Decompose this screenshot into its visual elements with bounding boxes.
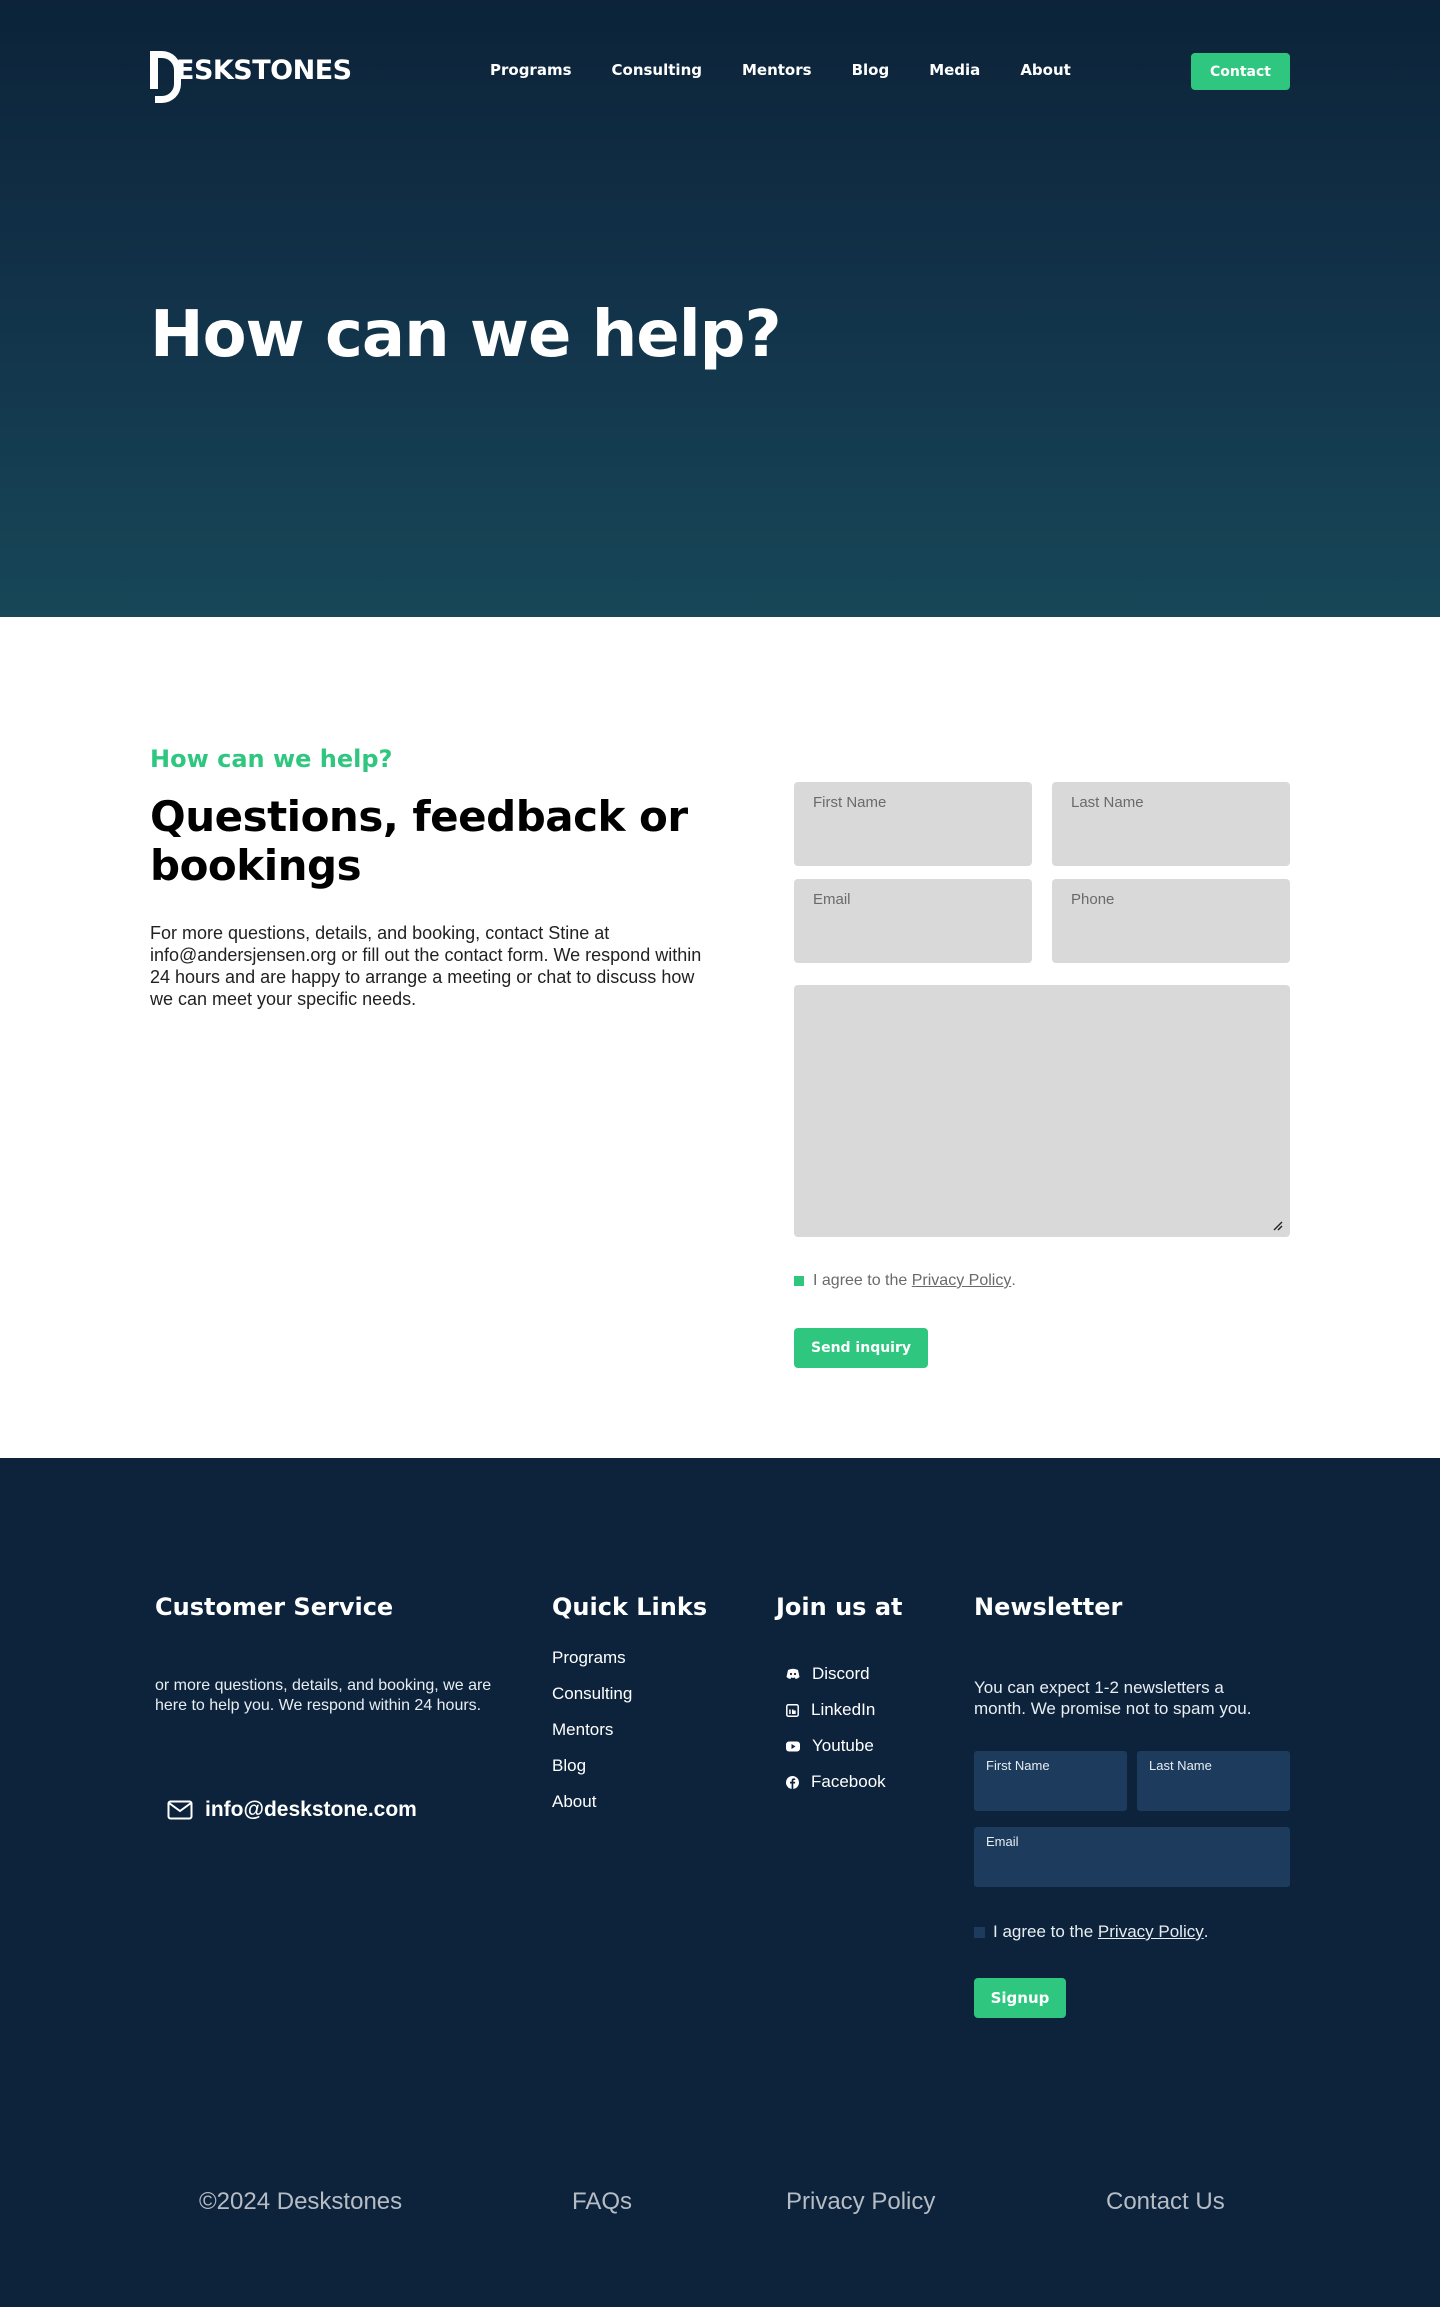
agree-suffix: . (1011, 1272, 1016, 1289)
discord-icon (786, 1668, 800, 1679)
facebook-icon (786, 1775, 799, 1789)
logo[interactable]: ESKSTONES (150, 50, 352, 103)
resize-handle-icon[interactable] (1273, 1221, 1283, 1231)
newsletter-last-name-placeholder: Last Name (1149, 1758, 1212, 1773)
social-links: Discord LinkedIn Youtube Facebook (786, 1656, 886, 1800)
footer: Customer Service or more questions, deta… (0, 1458, 1440, 2307)
linkedin-icon (786, 1703, 799, 1717)
newsletter-email-placeholder: Email (986, 1834, 1019, 1849)
quick-link-mentors[interactable]: Mentors (552, 1720, 632, 1756)
quick-link-programs[interactable]: Programs (552, 1648, 632, 1684)
logo-mark (150, 51, 181, 103)
quick-link-consulting[interactable]: Consulting (552, 1684, 632, 1720)
first-name-placeholder: First Name (813, 794, 887, 811)
email-field[interactable]: Email (794, 879, 1032, 963)
nav-blog[interactable]: Blog (852, 61, 890, 79)
social-linkedin[interactable]: LinkedIn (786, 1692, 886, 1728)
newsletter-privacy-checkbox[interactable] (974, 1926, 985, 1938)
hero-section: ESKSTONES Programs Consulting Mentors Bl… (0, 0, 1440, 617)
section-kicker: How can we help? (150, 745, 393, 773)
quick-links-list: Programs Consulting Mentors Blog About (552, 1648, 632, 1828)
send-inquiry-button[interactable]: Send inquiry (794, 1328, 928, 1368)
last-name-placeholder: Last Name (1071, 794, 1144, 811)
nav-mentors[interactable]: Mentors (742, 61, 812, 79)
newsletter-first-name-placeholder: First Name (986, 1758, 1050, 1773)
quick-links-title: Quick Links (552, 1593, 708, 1621)
message-textarea[interactable] (794, 985, 1290, 1237)
newsletter-first-name-field[interactable]: First Name (974, 1751, 1127, 1811)
section-body: For more questions, details, and booking… (150, 923, 702, 1009)
newsletter-agree-suffix: . (1203, 1922, 1209, 1941)
join-us-title: Join us at (776, 1593, 903, 1621)
customer-service-title: Customer Service (155, 1593, 394, 1621)
footer-faqs-link[interactable]: FAQs (572, 2188, 632, 2216)
agree-prefix: I agree to the (813, 1272, 908, 1289)
youtube-icon (786, 1741, 800, 1751)
nav-about[interactable]: About (1020, 61, 1071, 79)
copyright: ©2024 Deskstones (199, 2188, 403, 2215)
discord-label: Discord (812, 1664, 870, 1683)
privacy-agree: I agree to the Privacy Policy. (794, 1272, 1016, 1290)
linkedin-label: LinkedIn (811, 1700, 876, 1719)
social-facebook[interactable]: Facebook (786, 1764, 886, 1800)
section-title: Questions, feedback or bookings (150, 792, 688, 890)
email-placeholder: Email (813, 891, 851, 908)
privacy-checkbox[interactable] (794, 1276, 804, 1286)
nav-consulting[interactable]: Consulting (612, 61, 702, 79)
newsletter-agree-prefix: I agree to the (993, 1922, 1094, 1941)
social-youtube[interactable]: Youtube (786, 1728, 886, 1764)
logo-text: ESKSTONES (176, 54, 352, 86)
signup-button[interactable]: Signup (974, 1978, 1066, 2018)
footer-contact-link[interactable]: Contact Us (1106, 2188, 1225, 2216)
newsletter-privacy-policy-link[interactable]: Privacy Policy (1098, 1922, 1204, 1942)
phone-field[interactable]: Phone (1052, 879, 1290, 963)
contact-button[interactable]: Contact (1191, 53, 1290, 90)
main-nav: Programs Consulting Mentors Blog Media A… (490, 61, 1071, 79)
hero-title: How can we help? (150, 298, 782, 372)
nav-programs[interactable]: Programs (490, 61, 572, 79)
facebook-label: Facebook (811, 1772, 886, 1791)
email-address: info@deskstone.com (205, 1798, 417, 1821)
customer-service-email[interactable]: info@deskstone.com (167, 1798, 417, 1822)
quick-link-about[interactable]: About (552, 1792, 632, 1828)
first-name-field[interactable]: First Name (794, 782, 1032, 866)
newsletter-title: Newsletter (974, 1593, 1123, 1621)
phone-placeholder: Phone (1071, 891, 1115, 908)
social-discord[interactable]: Discord (786, 1656, 886, 1692)
customer-service-body: or more questions, details, and booking,… (155, 1677, 492, 1714)
newsletter-body: You can expect 1-2 newsletters a month. … (974, 1678, 1252, 1718)
nav-media[interactable]: Media (929, 61, 980, 79)
newsletter-privacy-agree: I agree to the Privacy Policy. (974, 1922, 1208, 1942)
footer-privacy-link[interactable]: Privacy Policy (786, 2188, 935, 2216)
privacy-policy-link[interactable]: Privacy Policy (912, 1272, 1012, 1290)
newsletter-last-name-field[interactable]: Last Name (1137, 1751, 1290, 1811)
youtube-label: Youtube (812, 1736, 874, 1755)
mail-icon (167, 1800, 193, 1820)
quick-link-blog[interactable]: Blog (552, 1756, 632, 1792)
last-name-field[interactable]: Last Name (1052, 782, 1290, 866)
newsletter-email-field[interactable]: Email (974, 1827, 1290, 1887)
